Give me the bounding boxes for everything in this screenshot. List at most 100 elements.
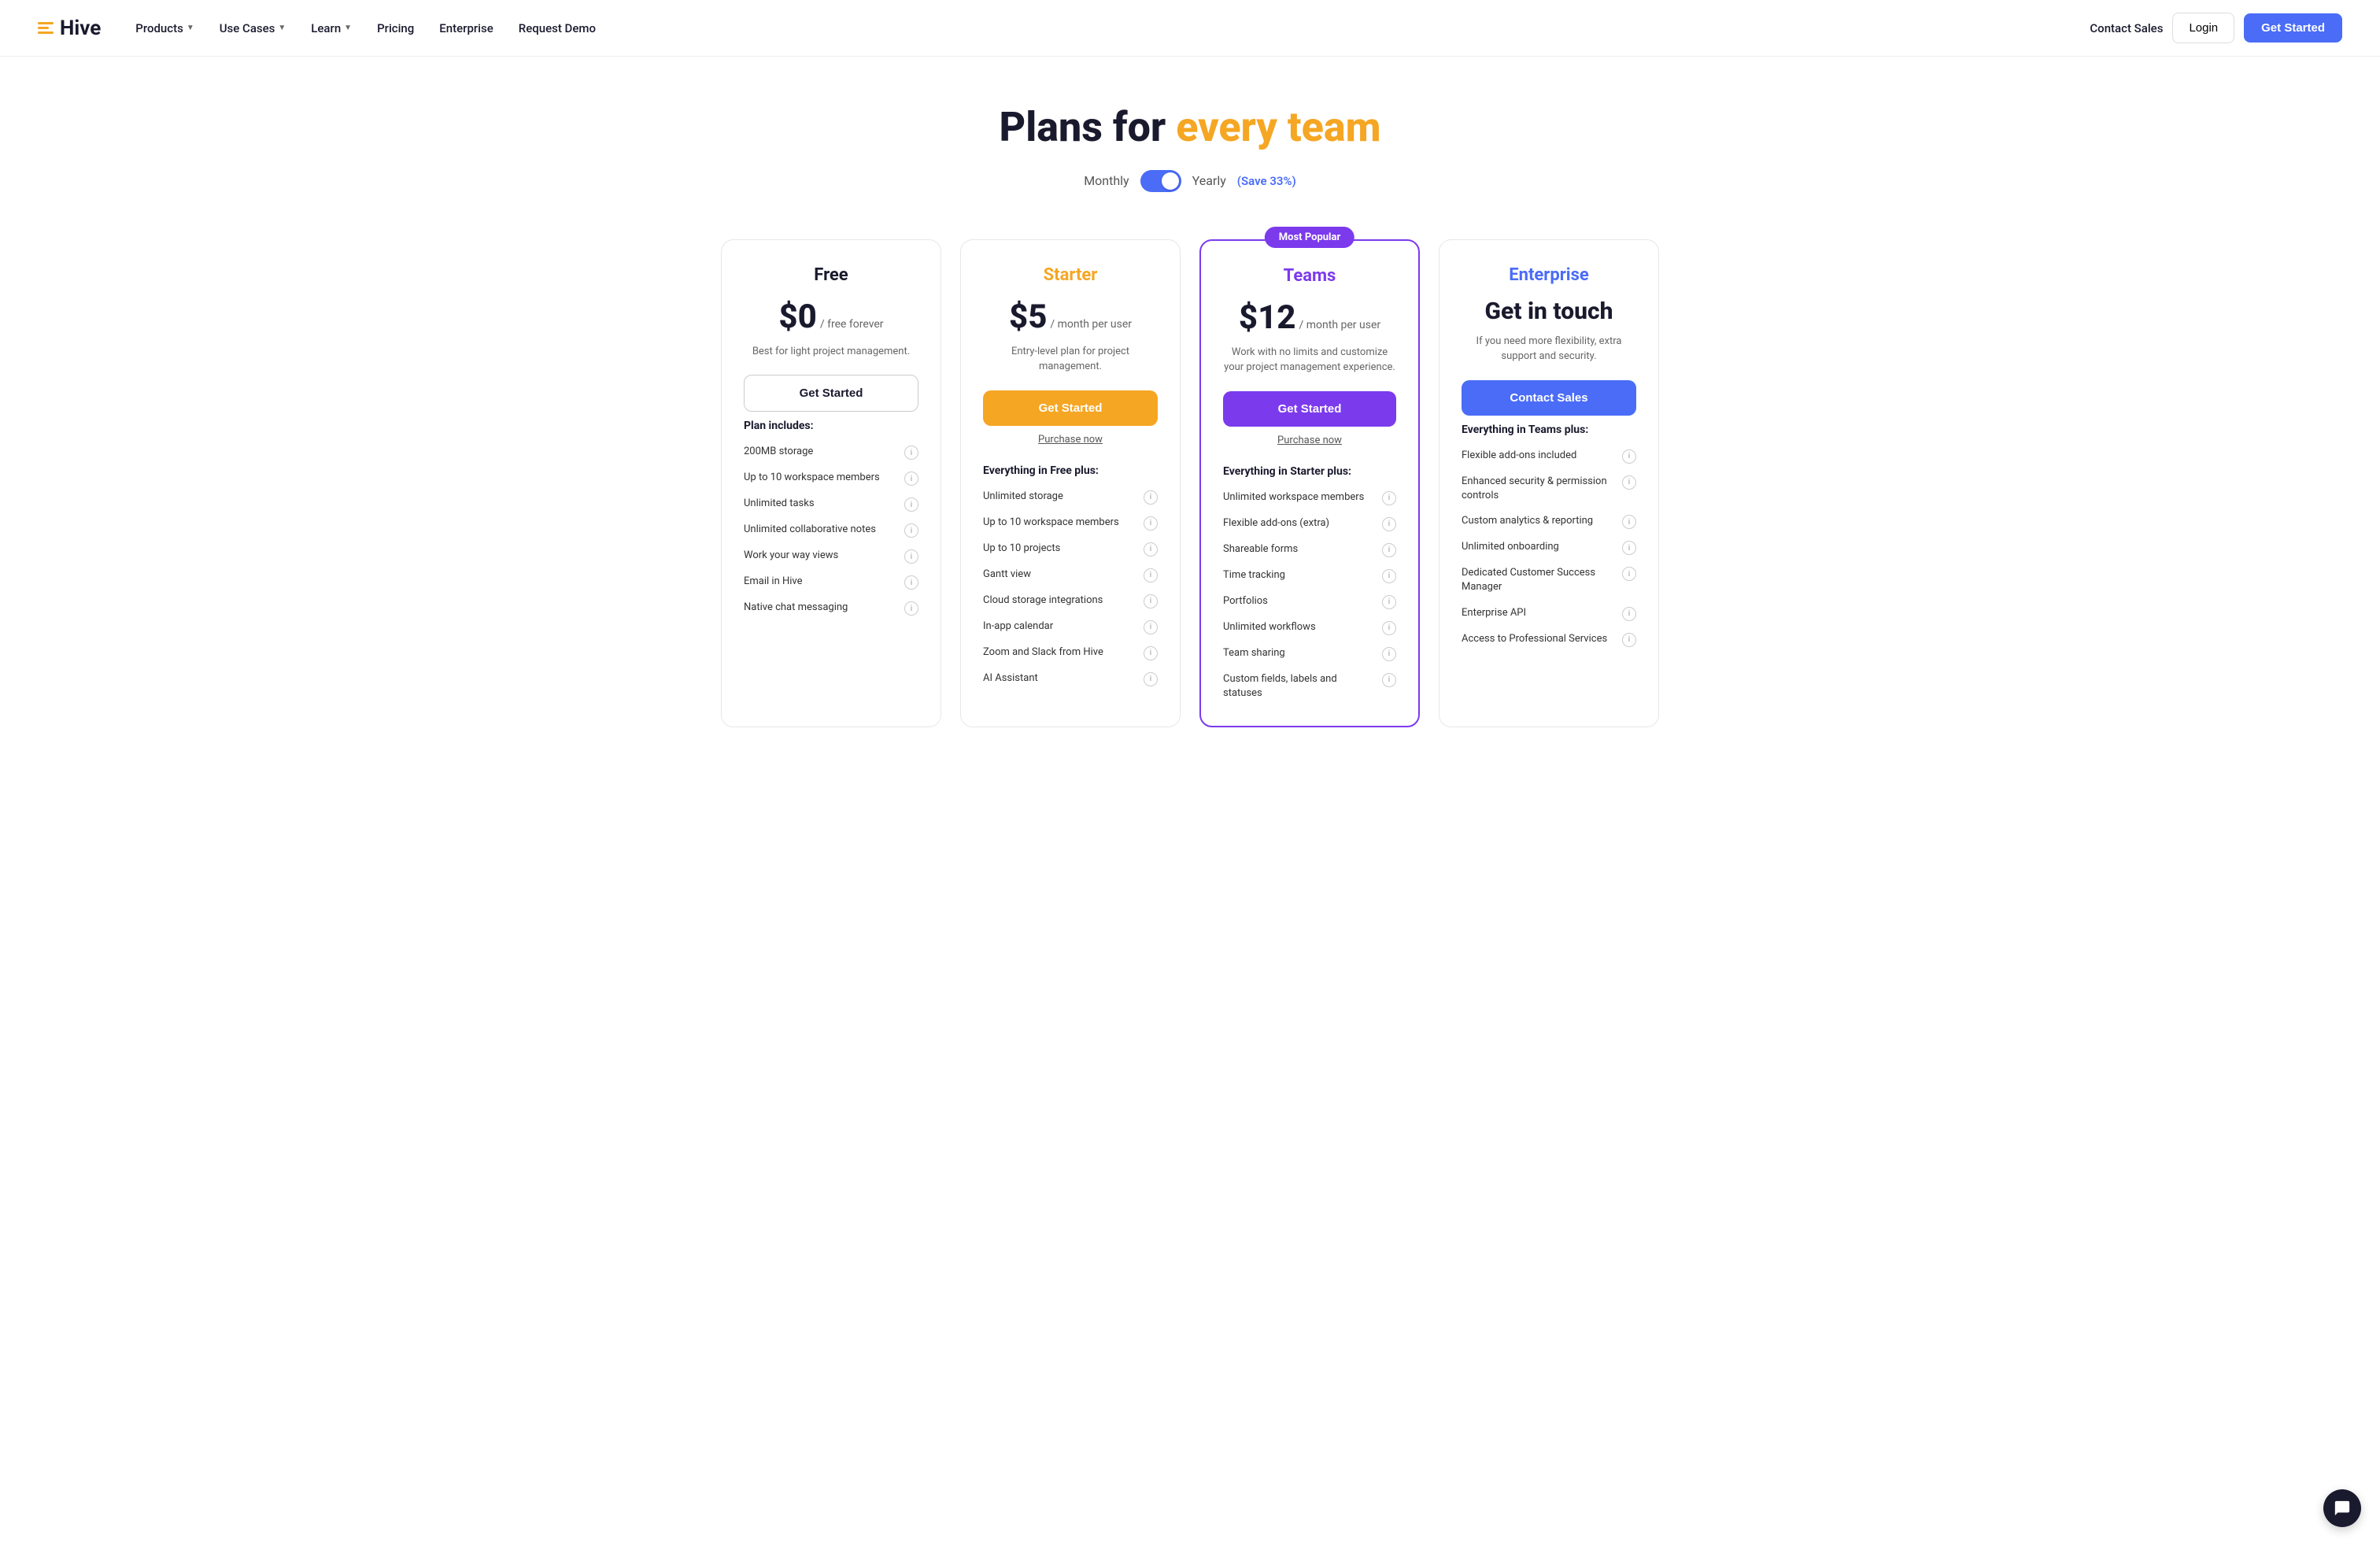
section-label-enterprise: Everything in Teams plus: — [1462, 423, 1636, 436]
plan-desc-starter: Entry-level plan for project management. — [983, 344, 1158, 375]
plan-period: / free forever — [820, 318, 884, 331]
feature-text: Custom analytics & reporting — [1462, 514, 1616, 528]
feature-text: In-app calendar — [983, 620, 1137, 634]
nav-item-request-demo[interactable]: Request Demo — [509, 15, 605, 42]
feature-item: Unlimited onboarding i — [1462, 540, 1636, 555]
navbar: Hive Products▼Use Cases▼Learn▼PricingEnt… — [0, 0, 2380, 57]
plan-price-starter: $5 / month per user — [983, 298, 1158, 336]
info-icon: i — [1382, 517, 1396, 531]
feature-item: Work your way views i — [744, 549, 918, 564]
info-icon: i — [1382, 569, 1396, 583]
feature-text: Flexible add-ons included — [1462, 449, 1616, 463]
nav-label: Enterprise — [439, 21, 493, 35]
feature-text: Dedicated Customer Success Manager — [1462, 566, 1616, 594]
billing-toggle[interactable] — [1140, 170, 1181, 192]
nav-item-products[interactable]: Products▼ — [126, 15, 203, 42]
feature-item: Up to 10 workspace members i — [744, 471, 918, 486]
info-icon: i — [1382, 673, 1396, 687]
purchase-link-starter[interactable]: Purchase now — [983, 434, 1158, 446]
feature-text: Unlimited storage — [983, 490, 1137, 504]
feature-text: Portfolios — [1223, 594, 1376, 608]
nav-item-learn[interactable]: Learn▼ — [301, 15, 361, 42]
nav-label: Pricing — [377, 21, 414, 35]
feature-text: Team sharing — [1223, 646, 1376, 660]
feature-item: Up to 10 workspace members i — [983, 516, 1158, 531]
plan-name-enterprise: Enterprise — [1462, 265, 1636, 285]
save-badge: (Save 33%) — [1237, 174, 1296, 188]
info-icon: i — [1622, 541, 1636, 555]
plan-desc-enterprise: If you need more flexibility, extra supp… — [1462, 334, 1636, 364]
get-started-nav-button[interactable]: Get Started — [2244, 13, 2342, 43]
feature-list-teams: Unlimited workspace members i Flexible a… — [1223, 490, 1396, 701]
plan-cta-enterprise[interactable]: Contact Sales — [1462, 380, 1636, 416]
nav-item-pricing[interactable]: Pricing — [368, 15, 423, 42]
feature-text: Up to 10 projects — [983, 542, 1137, 556]
feature-item: Access to Professional Services i — [1462, 632, 1636, 647]
plan-period: / month per user — [1050, 318, 1132, 331]
billing-monthly-label: Monthly — [1084, 173, 1129, 188]
info-icon: i — [1622, 607, 1636, 621]
info-icon: i — [1382, 595, 1396, 609]
info-icon: i — [1144, 672, 1158, 686]
info-icon: i — [904, 575, 918, 590]
feature-item: Enhanced security & permission controls … — [1462, 475, 1636, 503]
feature-text: Native chat messaging — [744, 601, 898, 615]
chat-bubble[interactable] — [2323, 1489, 2361, 1527]
section-label-free: Plan includes: — [744, 420, 918, 432]
nav-item-use-cases[interactable]: Use Cases▼ — [210, 15, 296, 42]
feature-text: Enhanced security & permission controls — [1462, 475, 1616, 503]
nav-left: Hive Products▼Use Cases▼Learn▼PricingEnt… — [38, 15, 605, 42]
info-icon: i — [1382, 543, 1396, 557]
feature-item: Unlimited workspace members i — [1223, 490, 1396, 505]
logo[interactable]: Hive — [38, 17, 101, 40]
plan-cta-teams[interactable]: Get Started — [1223, 391, 1396, 427]
plan-cta-free[interactable]: Get Started — [744, 375, 918, 412]
feature-item: Custom fields, labels and statuses i — [1223, 672, 1396, 701]
most-popular-badge: Most Popular — [1265, 227, 1354, 248]
feature-item: Cloud storage integrations i — [983, 594, 1158, 608]
feature-item: Unlimited tasks i — [744, 497, 918, 512]
feature-item: Gantt view i — [983, 568, 1158, 583]
feature-item: Team sharing i — [1223, 646, 1396, 661]
feature-text: Unlimited workflows — [1223, 620, 1376, 634]
plan-cta-starter[interactable]: Get Started — [983, 390, 1158, 426]
login-button[interactable]: Login — [2172, 13, 2234, 43]
plan-price-enterprise: Get in touch — [1462, 298, 1636, 326]
feature-item: Unlimited collaborative notes i — [744, 523, 918, 538]
plan-name-teams: Teams — [1223, 266, 1396, 286]
chevron-down-icon: ▼ — [278, 24, 286, 32]
feature-text: Up to 10 workspace members — [983, 516, 1137, 530]
feature-text: Flexible add-ons (extra) — [1223, 516, 1376, 531]
feature-text: Unlimited tasks — [744, 497, 898, 511]
feature-item: Time tracking i — [1223, 568, 1396, 583]
info-icon: i — [1144, 646, 1158, 660]
info-icon: i — [1382, 647, 1396, 661]
feature-text: Unlimited workspace members — [1223, 490, 1376, 505]
feature-item: Unlimited workflows i — [1223, 620, 1396, 635]
plan-desc-teams: Work with no limits and customize your p… — [1223, 345, 1396, 375]
nav-label: Products — [135, 21, 183, 35]
info-icon: i — [904, 472, 918, 486]
chevron-down-icon: ▼ — [344, 24, 352, 32]
feature-item: Up to 10 projects i — [983, 542, 1158, 557]
plan-name-starter: Starter — [983, 265, 1158, 285]
logo-icon — [38, 22, 54, 34]
info-icon: i — [1622, 515, 1636, 529]
feature-item: Zoom and Slack from Hive i — [983, 645, 1158, 660]
feature-item: In-app calendar i — [983, 620, 1158, 634]
section-label-teams: Everything in Starter plus: — [1223, 465, 1396, 478]
contact-sales-link[interactable]: Contact Sales — [2090, 21, 2163, 35]
feature-list-free: 200MB storage i Up to 10 workspace membe… — [744, 445, 918, 616]
hero-title-part1: Plans for — [1000, 103, 1177, 151]
hero-title: Plans for every team — [16, 104, 2364, 151]
info-icon: i — [1144, 542, 1158, 557]
plan-period: / month per user — [1299, 319, 1381, 331]
info-icon: i — [1622, 475, 1636, 490]
nav-label: Request Demo — [519, 21, 596, 35]
purchase-link-teams[interactable]: Purchase now — [1223, 435, 1396, 446]
info-icon: i — [1144, 620, 1158, 634]
nav-item-enterprise[interactable]: Enterprise — [430, 15, 502, 42]
billing-yearly-label: Yearly — [1192, 173, 1226, 188]
feature-text: 200MB storage — [744, 445, 898, 459]
plan-amount: $5 — [1009, 298, 1047, 336]
